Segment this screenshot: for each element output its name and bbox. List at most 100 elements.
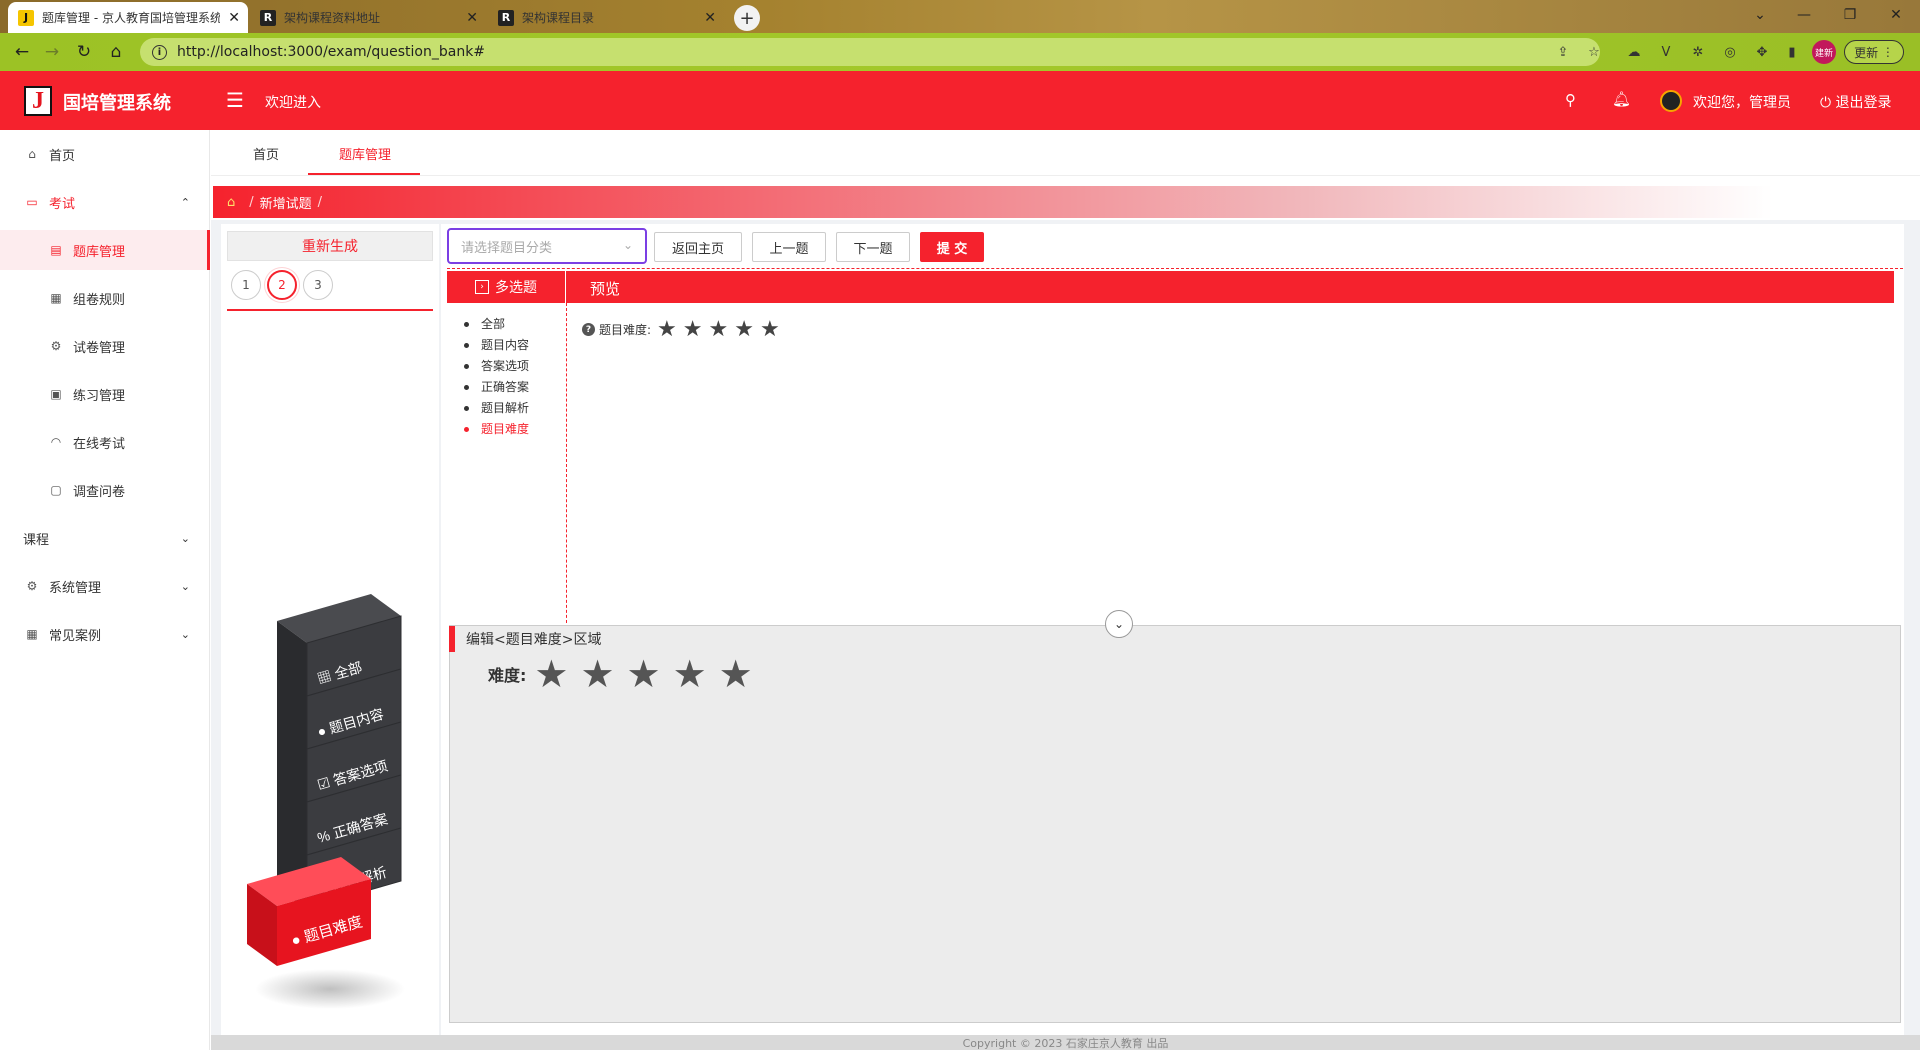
question-number-2[interactable]: 2 [267, 270, 297, 300]
tab-question-bank[interactable]: 题库管理 [339, 144, 391, 163]
bell-icon[interactable]: 🔔︎ [1612, 90, 1631, 108]
sidebar-item-label: 系统管理 [49, 580, 102, 596]
active-tab-indicator [308, 173, 420, 175]
grid-icon: ▦ [26, 627, 38, 641]
section-nav-item-active[interactable]: 题目难度 [463, 419, 529, 440]
extension-cloud-icon[interactable]: ☁ [1624, 42, 1644, 62]
close-tab-icon[interactable]: ✕ [704, 10, 716, 26]
form-icon: ▢ [50, 483, 62, 497]
sidebar-item-question-bank[interactable]: ▤ 题库管理 [0, 230, 210, 270]
section-nav-item[interactable]: 答案选项 [463, 356, 529, 377]
sidebar-item-label: 试卷管理 [73, 340, 126, 356]
sidebar-item-practice[interactable]: ▣ 练习管理 [0, 374, 210, 414]
chevron-right-icon: › [475, 280, 489, 294]
back-icon[interactable]: ← [10, 40, 34, 64]
category-select[interactable]: 请选择题目分类 ⌄ [447, 228, 647, 264]
home-icon[interactable]: ⌂ [104, 40, 128, 64]
prev-question-button[interactable]: 上一题 [752, 232, 826, 262]
section-nav-item[interactable]: 题目解析 [463, 398, 529, 419]
extension-gear-icon[interactable]: ✲ [1688, 42, 1708, 62]
bookmark-star-icon[interactable]: ☆ [1584, 42, 1604, 62]
url-field[interactable]: i http://localhost:3000/exam/question_ba… [140, 38, 1600, 66]
sidebar-item-course[interactable]: 课程 ⌄ [0, 518, 210, 558]
extension-circle-icon[interactable]: ◎ [1720, 42, 1740, 62]
sidebar-item-paper-rules[interactable]: ▦ 组卷规则 [0, 278, 210, 318]
chevron-down-icon: ⌄ [622, 238, 633, 252]
browser-tab-question-bank[interactable]: J 题库管理 - 京人教育国培管理系统 ✕ [8, 2, 248, 33]
sidebar-item-label: 课程 [23, 532, 50, 548]
reload-icon[interactable]: ↻ [72, 40, 96, 64]
section-tower-illustration: ▦ 全部 ● 题目内容 ☑ 答案选项 % 正确答案 ✎ 题目解析 ● 题目难度 [247, 594, 405, 1009]
sidebar-item-label: 首页 [49, 148, 76, 164]
home-icon[interactable]: ⌂ [227, 195, 235, 210]
breadcrumb-separator: / [249, 194, 254, 210]
sidebar-item-label: 组卷规则 [73, 292, 126, 308]
update-button[interactable]: 更新 ⋮ [1844, 40, 1904, 64]
tab-favicon-icon: R [498, 9, 514, 26]
restore-icon[interactable]: ❐ [1828, 0, 1872, 30]
browser-tab-course-catalog[interactable]: R 架构课程目录 ✕ [488, 2, 724, 33]
close-window-icon[interactable]: ✕ [1874, 0, 1918, 30]
browser-tab-course-materials[interactable]: R 架构课程资料地址 ✕ [250, 2, 486, 33]
edit-area-title: 编辑<题目难度>区域 [466, 632, 602, 648]
extensions-puzzle-icon[interactable]: ✥ [1752, 42, 1772, 62]
sidebar-item-online-exam[interactable]: ◠ 在线考试 [0, 422, 210, 462]
browser-tab-bar: J 题库管理 - 京人教育国培管理系统 ✕ R 架构课程资料地址 ✕ R 架构课… [0, 0, 1920, 33]
gear-icon: ⚙ [26, 579, 38, 593]
preview-difficulty: ? 题目难度: ★★★★★ [582, 317, 786, 342]
section-nav-item[interactable]: 全部 [463, 314, 529, 335]
next-question-button[interactable]: 下一题 [836, 232, 910, 262]
edit-area-accent [449, 626, 455, 652]
sidebar-item-system[interactable]: ⚙ 系统管理 ⌄ [0, 566, 210, 606]
regenerate-button[interactable]: 重新生成 [227, 231, 433, 261]
back-home-button[interactable]: 返回主页 [654, 232, 742, 262]
collapse-toggle-icon[interactable]: ⌄ [1105, 610, 1133, 638]
minimize-icon[interactable]: — [1782, 0, 1826, 30]
tower-block-difficulty[interactable]: ● 题目难度 [247, 857, 371, 966]
home-icon: ⌂ [28, 147, 36, 161]
breadcrumb-current: 新增试题 [259, 196, 312, 212]
gear-icon: ⚙ [50, 339, 62, 353]
avatar[interactable] [1660, 90, 1682, 112]
extension-v-icon[interactable]: V [1656, 42, 1676, 62]
submit-button[interactable]: 提 交 [920, 232, 984, 262]
question-type-label: 多选题 [495, 280, 537, 296]
sidebar-item-cases[interactable]: ▦ 常见案例 ⌄ [0, 614, 210, 654]
sidebar-item-label: 练习管理 [73, 388, 126, 404]
logout-button[interactable]: ⏻ 退出登录 [1820, 92, 1892, 112]
search-document-icon: ▣ [50, 387, 62, 401]
sidebar-panel-icon[interactable]: ▮ [1782, 42, 1802, 62]
question-number-3[interactable]: 3 [303, 270, 333, 300]
tab-favicon-icon: R [260, 9, 276, 26]
close-tab-icon[interactable]: ✕ [466, 10, 478, 26]
wifi-icon: ◠ [50, 435, 62, 449]
question-type: › 多选题 [447, 271, 566, 303]
edit-area: 编辑<题目难度>区域 难度: ★★★★★ [449, 625, 1901, 1023]
tab-search-icon[interactable]: ⌄ [1738, 0, 1782, 30]
star-rating-input[interactable]: ★★★★★ [534, 652, 764, 696]
sidebar-item-label: 调查问卷 [73, 484, 126, 500]
profile-avatar[interactable]: 建新 [1812, 40, 1836, 64]
new-tab-button[interactable]: + [734, 5, 760, 31]
sidebar-item-label: 考试 [49, 196, 76, 212]
section-nav-item[interactable]: 题目内容 [463, 335, 529, 356]
difficulty-editor: 难度: ★★★★★ [488, 652, 765, 696]
forward-icon[interactable]: → [40, 40, 64, 64]
tab-home[interactable]: 首页 [253, 144, 279, 163]
sidebar-item-survey[interactable]: ▢ 调查问卷 [0, 470, 210, 510]
sidebar-item-exam[interactable]: ▭ 考试 ⌃ [0, 182, 210, 222]
sidebar-item-home[interactable]: ⌂ 首页 [0, 134, 210, 174]
page-tabs: 首页 题库管理 [211, 130, 1920, 176]
document-icon: ▤ [50, 243, 62, 257]
sidebar-item-paper-management[interactable]: ⚙ 试卷管理 [0, 326, 210, 366]
divider [566, 303, 567, 633]
user-greeting[interactable]: 欢迎您，管理员 [1693, 92, 1791, 112]
close-tab-icon[interactable]: ✕ [228, 10, 240, 26]
question-number-1[interactable]: 1 [231, 270, 261, 300]
share-icon[interactable]: ⇪ [1553, 42, 1573, 62]
site-info-icon[interactable]: i [152, 44, 167, 60]
menu-toggle-icon[interactable]: ☰ [226, 88, 244, 112]
url-text: http://localhost:3000/exam/question_bank… [177, 44, 486, 60]
search-icon[interactable]: ⚲ [1565, 91, 1576, 109]
section-nav-item[interactable]: 正确答案 [463, 377, 529, 398]
